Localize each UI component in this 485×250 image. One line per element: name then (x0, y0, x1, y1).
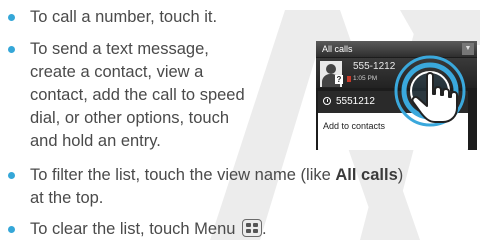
view-name-bold: All calls (335, 166, 398, 184)
list-item: To filter the list, touch the view name … (8, 164, 403, 210)
list-item-text: create a contact, view a (30, 63, 204, 81)
list-item-text: dial, or other options, touch (30, 109, 230, 127)
unknown-contact-icon: ? (335, 75, 343, 84)
list-item: To call a number, touch it. (8, 6, 217, 29)
bullet-dot-icon (8, 226, 15, 233)
text-prefix: To clear the list, touch Menu (30, 220, 241, 238)
list-item-text: at the top. (30, 189, 104, 207)
list-item: To send a text message, create a contact… (8, 38, 245, 153)
add-to-contacts-item[interactable]: Add to contacts (323, 121, 385, 131)
missed-call-icon (347, 76, 351, 82)
clock-icon (323, 97, 331, 105)
bullet-dot-icon (8, 172, 15, 179)
list-item: To clear the list, touch Menu . (8, 218, 267, 241)
text-prefix: To filter the list, touch the view name … (30, 166, 336, 184)
text-suffix: . (262, 220, 267, 238)
bullet-dot-icon (8, 14, 15, 21)
call-number: 555-1212 (353, 61, 396, 72)
text-suffix: ) (397, 166, 404, 184)
bullet-dot-icon (8, 46, 15, 53)
list-item-text: To filter the list, touch the view name … (30, 164, 403, 187)
list-item-text: contact, add the call to speed (30, 86, 245, 104)
view-name-title: All calls (322, 44, 353, 54)
call-time: 1:05 PM (353, 75, 378, 82)
list-item-text: To send a text message, (30, 40, 209, 58)
list-item-text: To clear the list, touch Menu . (30, 218, 267, 241)
context-menu-number: 5551212 (336, 96, 375, 107)
menu-key-icon (242, 219, 263, 237)
hand-icon (411, 72, 458, 123)
list-item-text: and hold an entry. (30, 132, 161, 150)
list-item-text: To call a number, touch it. (30, 8, 218, 26)
